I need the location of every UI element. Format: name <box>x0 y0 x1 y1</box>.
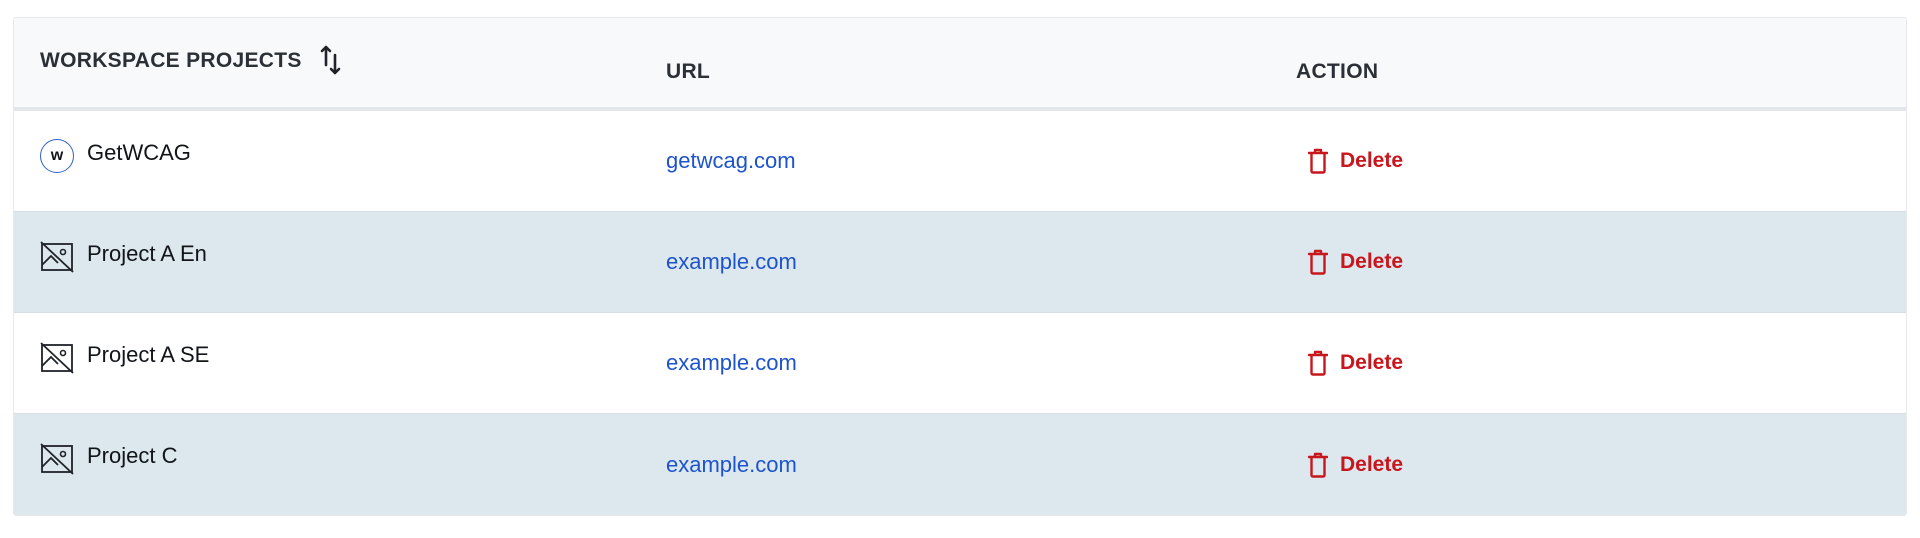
project-name: Project A SE <box>87 342 210 367</box>
delete-label: Delete <box>1340 250 1404 273</box>
project-url-link[interactable]: example.com <box>666 452 797 478</box>
project-url-cell: example.com <box>644 414 1274 515</box>
project-name-cell: Project A SE <box>14 313 644 413</box>
trash-icon <box>1308 249 1328 275</box>
project-action-cell: Delete <box>1274 414 1906 515</box>
table-row: Project A En example.com Delete <box>14 212 1906 313</box>
column-header-label: ACTION <box>1296 59 1379 83</box>
delete-label: Delete <box>1340 452 1404 476</box>
delete-button[interactable]: Delete <box>1308 148 1403 174</box>
broken-image-icon <box>40 240 74 274</box>
project-name: Project C <box>87 443 178 468</box>
project-name: Project A En <box>87 241 207 266</box>
project-name-cell: Project C <box>14 414 644 515</box>
project-url-link[interactable]: example.com <box>666 350 797 376</box>
project-action-cell: Delete <box>1274 313 1906 413</box>
delete-button[interactable]: Delete <box>1308 452 1403 478</box>
delete-label: Delete <box>1340 149 1404 172</box>
column-header-url: URL <box>644 18 1274 107</box>
broken-image-icon <box>40 341 74 375</box>
column-header-label: URL <box>666 59 711 83</box>
column-header-action: ACTION <box>1274 18 1906 107</box>
column-header-workspace-projects: WORKSPACE PROJECTS <box>14 18 644 107</box>
broken-image-icon <box>40 442 74 476</box>
trash-icon <box>1308 350 1328 376</box>
project-url-cell: getwcag.com <box>644 111 1274 211</box>
project-url-cell: example.com <box>644 313 1274 413</box>
table-row: Project C example.com Delete <box>14 414 1906 515</box>
project-name: GetWCAG <box>87 140 191 165</box>
table-row: Project A SE example.com Delete <box>14 313 1906 414</box>
column-header-label: WORKSPACE PROJECTS <box>40 49 302 72</box>
project-name-cell: Project A En <box>14 212 644 312</box>
w-logo-icon: w <box>40 139 74 173</box>
project-action-cell: Delete <box>1274 111 1906 211</box>
project-url-link[interactable]: example.com <box>666 249 797 275</box>
trash-icon <box>1308 452 1328 478</box>
table-header-row: WORKSPACE PROJECTS URL ACTION <box>14 18 1906 111</box>
workspace-projects-table: WORKSPACE PROJECTS URL ACTION w GetWCAG … <box>13 17 1907 516</box>
trash-icon <box>1308 148 1328 174</box>
sort-icon[interactable] <box>320 45 342 75</box>
table-row: w GetWCAG getwcag.com Delete <box>14 111 1906 212</box>
project-name-cell: w GetWCAG <box>14 111 644 211</box>
project-action-cell: Delete <box>1274 212 1906 312</box>
delete-button[interactable]: Delete <box>1308 350 1403 376</box>
project-url-cell: example.com <box>644 212 1274 312</box>
delete-label: Delete <box>1340 351 1404 374</box>
project-url-link[interactable]: getwcag.com <box>666 148 796 174</box>
delete-button[interactable]: Delete <box>1308 249 1403 275</box>
